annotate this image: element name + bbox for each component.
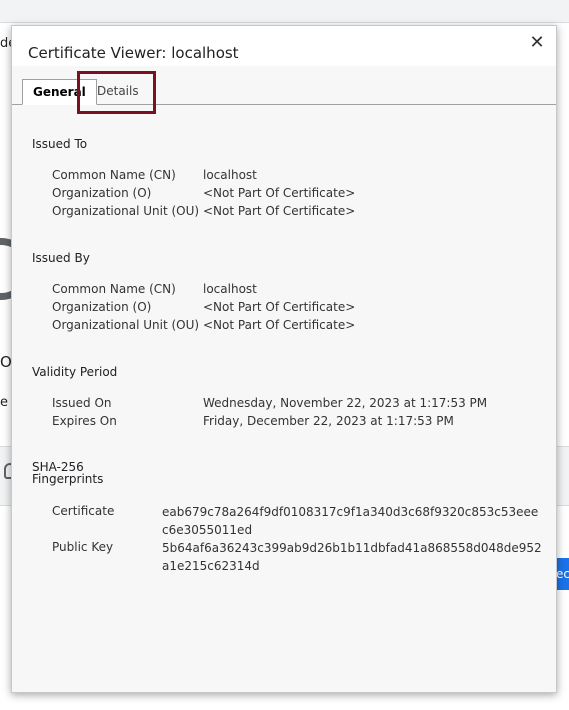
validity-heading: Validity Period xyxy=(32,365,118,379)
dialog-title: Certificate Viewer: localhost xyxy=(28,44,239,62)
fingerprints-heading-line2: Fingerprints xyxy=(32,472,104,486)
certificate-viewer-dialog: Certificate Viewer: localhost ✕ General … xyxy=(11,25,557,693)
issued-to-o-value: <Not Part Of Certificate> xyxy=(203,186,356,200)
public-key-fingerprint-value: 5b64af6a36243c399ab9d26b1b11dbfad41a8685… xyxy=(162,541,542,573)
dialog-header: Certificate Viewer: localhost ✕ xyxy=(12,26,556,66)
background-partial-text-e: e xyxy=(0,395,8,410)
issued-to-ou-value: <Not Part Of Certificate> xyxy=(203,204,356,218)
issued-by-o-label: Organization (O) xyxy=(52,300,152,314)
issued-to-ou-label: Organizational Unit (OU) xyxy=(52,204,200,218)
issued-by-ou-label: Organizational Unit (OU) xyxy=(52,318,200,332)
issued-by-heading: Issued By xyxy=(32,251,90,265)
issued-to-cn-value: localhost xyxy=(203,168,257,182)
tab-details[interactable]: Details xyxy=(87,79,149,104)
expires-on-value: Friday, December 22, 2023 at 1:17:53 PM xyxy=(203,414,454,428)
expires-on-label: Expires On xyxy=(52,414,117,428)
fingerprints-heading: SHA-256 Fingerprints xyxy=(32,461,103,485)
certificate-fingerprint-label: Certificate xyxy=(52,504,115,518)
background-toolbar xyxy=(0,0,569,23)
issued-on-label: Issued On xyxy=(52,396,112,410)
issued-on-value: Wednesday, November 22, 2023 at 1:17:53 … xyxy=(203,396,488,410)
issued-by-o-value: <Not Part Of Certificate> xyxy=(203,300,356,314)
close-icon[interactable]: ✕ xyxy=(526,32,548,54)
tab-general[interactable]: General xyxy=(22,79,97,105)
public-key-fingerprint-label: Public Key xyxy=(52,540,114,554)
tab-bar: General Details xyxy=(12,66,556,105)
issued-by-ou-value: <Not Part Of Certificate> xyxy=(203,318,356,332)
general-tab-content: Issued To Common Name (CN) localhost Org… xyxy=(12,105,556,692)
issued-to-o-label: Organization (O) xyxy=(52,186,152,200)
issued-to-heading: Issued To xyxy=(32,137,88,151)
issued-to-cn-label: Common Name (CN) xyxy=(52,168,176,182)
certificate-fingerprint-value: eab679c78a264f9df0108317c9f1a340d3c68f93… xyxy=(162,505,539,537)
issued-by-cn-label: Common Name (CN) xyxy=(52,282,176,296)
issued-by-cn-value: localhost xyxy=(203,282,257,296)
